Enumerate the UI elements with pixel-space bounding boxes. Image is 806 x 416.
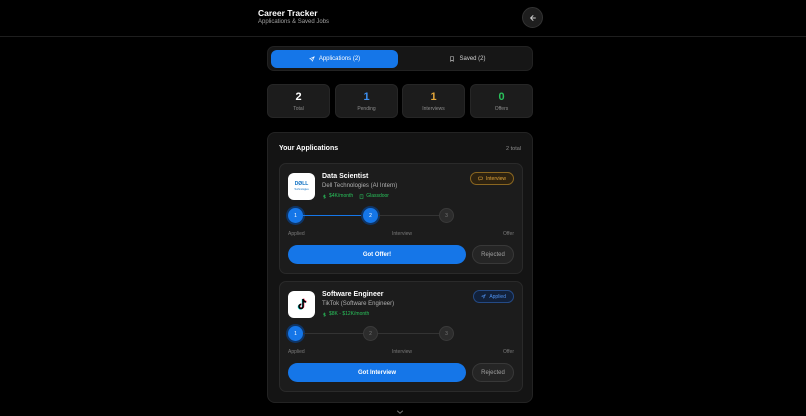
tab-applications[interactable]: Applications (2) bbox=[271, 50, 398, 68]
stat-offers-value: 0 bbox=[498, 91, 505, 103]
panel-title: Your Applications bbox=[279, 145, 339, 152]
arrow-left-icon bbox=[529, 14, 536, 21]
tab-applications-label: Applications (2) bbox=[318, 56, 361, 62]
job-meta: $4K/month Glassdoor bbox=[322, 193, 389, 199]
step-label-offer: Offer bbox=[502, 231, 514, 237]
status-badge-label: Interview bbox=[485, 175, 506, 182]
building-icon bbox=[359, 194, 364, 199]
application-card: Software Engineer TikTok (Software Engin… bbox=[279, 281, 523, 392]
dell-logo-sub: Technologies bbox=[294, 187, 309, 191]
status-badge-label: Applied bbox=[489, 293, 506, 300]
step-label-applied: Applied bbox=[288, 231, 305, 237]
application-card: DØLL Technologies Data Scientist Dell Tec… bbox=[279, 163, 523, 274]
dollar-icon bbox=[323, 194, 326, 198]
job-title: Data Scientist bbox=[322, 173, 369, 180]
tab-bar: Applications (2) Saved (2) bbox=[267, 46, 533, 71]
stat-offers: 0 Offers bbox=[470, 84, 533, 118]
salary: $4K/month bbox=[322, 193, 353, 199]
got-interview-button[interactable]: Got Interview bbox=[288, 363, 466, 382]
status-badge: Applied bbox=[473, 290, 514, 303]
bookmark-icon bbox=[450, 56, 455, 62]
dell-logo: DØLL Technologies bbox=[288, 173, 315, 200]
dollar-icon bbox=[323, 312, 326, 316]
job-title: Software Engineer bbox=[322, 291, 384, 298]
step-label-offer: Offer bbox=[502, 349, 514, 355]
chevron-down-icon[interactable] bbox=[396, 409, 404, 415]
salary-text: $4K/month bbox=[329, 193, 354, 199]
rejected-button[interactable]: Rejected bbox=[472, 363, 514, 382]
salary: $8K - $12K/month bbox=[322, 311, 369, 317]
step-interview: 2 bbox=[363, 208, 378, 223]
rejected-button[interactable]: Rejected bbox=[472, 245, 514, 264]
send-icon bbox=[481, 294, 487, 299]
status-badge: Interview bbox=[469, 172, 514, 185]
progress-line bbox=[378, 333, 439, 334]
step-label-applied: Applied bbox=[288, 349, 305, 355]
step-applied: 1 bbox=[288, 208, 303, 223]
company-name: TikTok (Software Engineer) bbox=[322, 301, 395, 307]
step-label-interview: Interview bbox=[392, 231, 413, 237]
progress-line bbox=[378, 215, 439, 216]
company-name: Dell Technologies (AI Intern) bbox=[322, 183, 398, 189]
app-subtitle: Applications & Saved Jobs bbox=[258, 19, 330, 25]
salary-text: $8K - $12K/month bbox=[329, 311, 370, 317]
app-title: Career Tracker bbox=[258, 8, 318, 18]
got-offer-button[interactable]: Got Offer! bbox=[288, 245, 466, 264]
tiktok-logo bbox=[288, 291, 315, 318]
stat-interviews: 1 Interviews bbox=[402, 84, 465, 118]
stat-total-value: 2 bbox=[295, 91, 302, 103]
source-text: Glassdoor bbox=[366, 193, 389, 199]
back-button[interactable] bbox=[522, 7, 543, 28]
stat-offers-label: Offers bbox=[494, 106, 509, 112]
panel-count: 2 total bbox=[506, 146, 521, 152]
tab-saved[interactable]: Saved (2) bbox=[404, 50, 531, 68]
step-offer: 3 bbox=[439, 208, 454, 223]
send-icon bbox=[309, 56, 315, 62]
progress-line bbox=[303, 215, 363, 216]
applications-panel: Your Applications 2 total DØLL Technologi… bbox=[267, 132, 533, 403]
job-meta: $8K - $12K/month bbox=[322, 311, 369, 317]
step-interview: 2 bbox=[363, 326, 378, 341]
stat-total: 2 Total bbox=[267, 84, 330, 118]
message-icon bbox=[478, 176, 483, 181]
dell-logo-text: DØLL bbox=[294, 180, 309, 187]
step-offer: 3 bbox=[439, 326, 454, 341]
stat-pending-value: 1 bbox=[363, 91, 370, 103]
source: Glassdoor bbox=[359, 193, 389, 199]
stat-total-label: Total bbox=[293, 106, 304, 112]
progress-line bbox=[303, 333, 363, 334]
stat-pending: 1 Pending bbox=[335, 84, 398, 118]
step-applied: 1 bbox=[288, 326, 303, 341]
tab-saved-label: Saved (2) bbox=[459, 56, 486, 62]
stat-interviews-label: Interviews bbox=[422, 106, 445, 112]
tiktok-icon bbox=[297, 298, 307, 310]
stat-interviews-value: 1 bbox=[430, 91, 437, 103]
stat-pending-label: Pending bbox=[357, 106, 376, 112]
step-label-interview: Interview bbox=[392, 349, 413, 355]
app-header: Career Tracker Applications & Saved Jobs bbox=[0, 0, 806, 37]
